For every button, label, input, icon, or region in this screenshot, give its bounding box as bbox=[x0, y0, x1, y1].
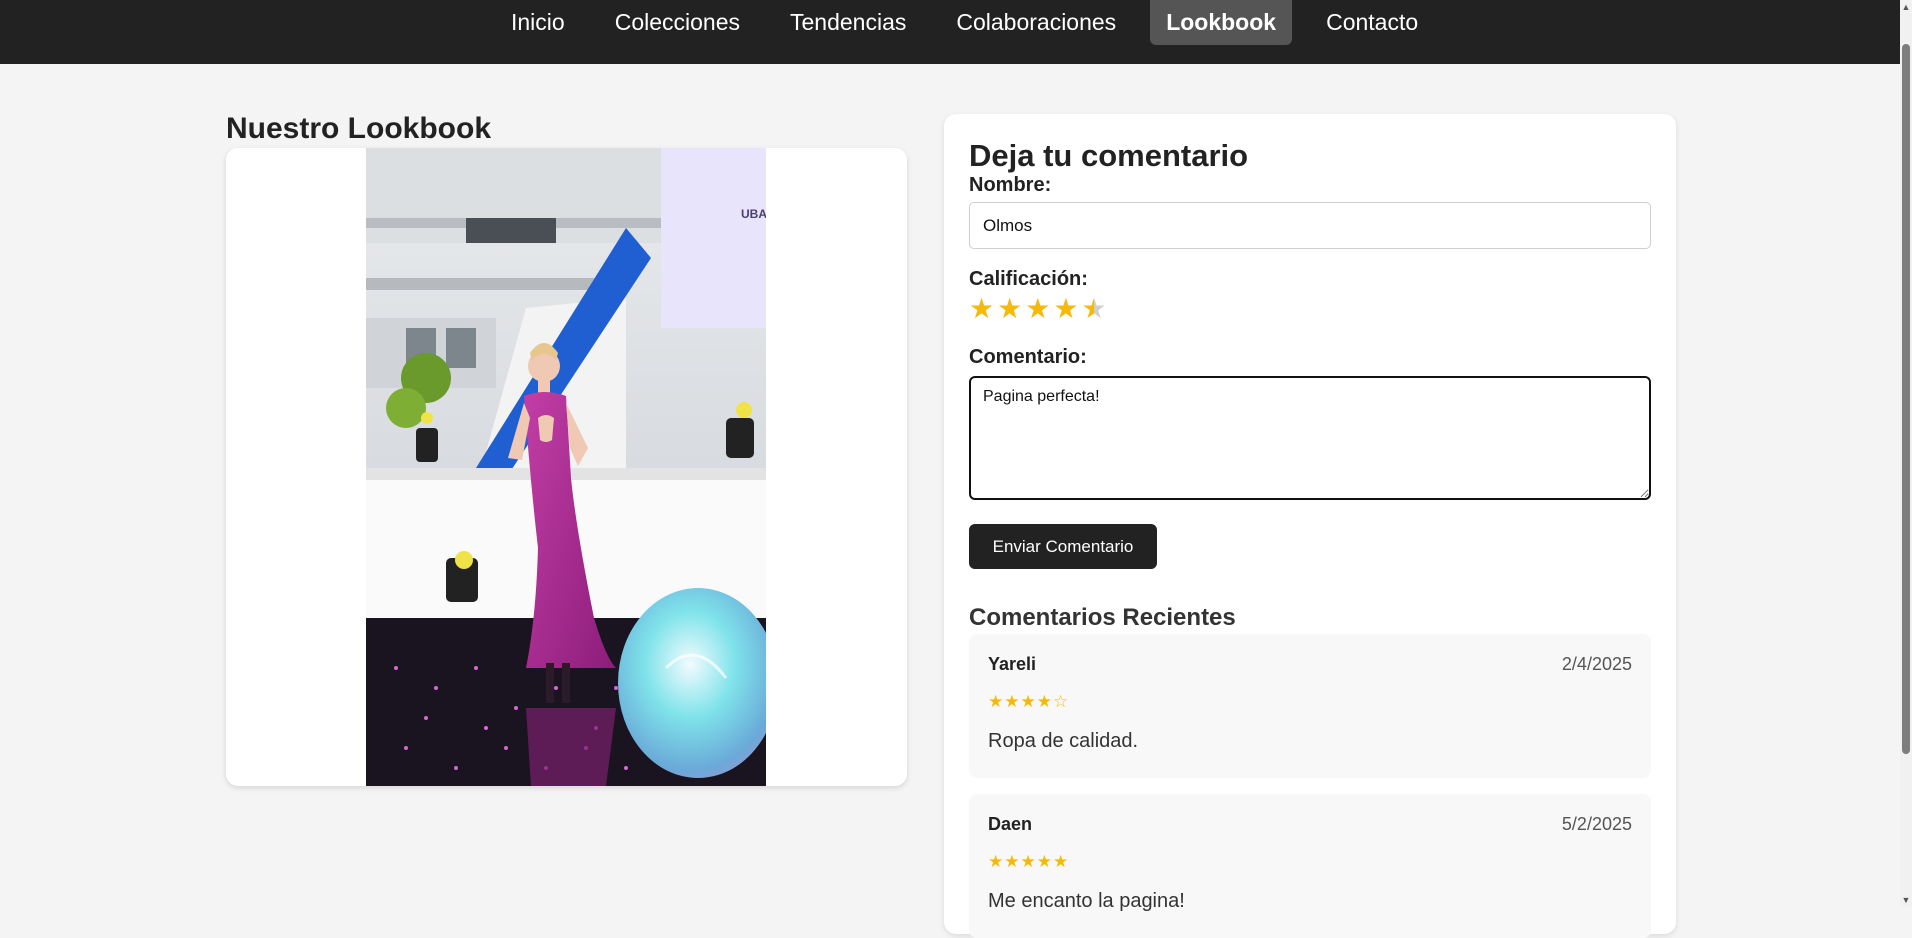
caret-up-icon[interactable]: ▲ bbox=[1900, 0, 1912, 14]
lookbook-title: Nuestro Lookbook bbox=[226, 112, 492, 145]
star-icon[interactable]: ★ bbox=[997, 294, 1022, 324]
nav-item-tendencias[interactable]: Tendencias bbox=[774, 0, 922, 45]
comment-date: 2/4/2025 bbox=[1561, 654, 1632, 674]
star-icon[interactable]: ★ bbox=[1025, 294, 1050, 324]
comment-text: Me encanto la pagina! bbox=[988, 890, 1185, 912]
lookbook-photo[interactable]: UBAM bbox=[366, 148, 766, 786]
nav-item-contacto[interactable]: Contacto bbox=[1310, 0, 1434, 45]
recent-comments-title: Comentarios Recientes bbox=[969, 604, 1236, 631]
nav-list: Inicio Colecciones Tendencias Colaboraci… bbox=[495, 0, 1434, 45]
star-icon[interactable]: ★ bbox=[1081, 294, 1106, 324]
scrollbar-thumb[interactable] bbox=[1902, 44, 1910, 754]
svg-text:UBAM: UBAM bbox=[741, 207, 766, 221]
submit-comment-button[interactable]: Enviar Comentario bbox=[969, 524, 1157, 569]
comment-rating-stars: ★★★★★ bbox=[988, 852, 1070, 871]
top-navbar: Inicio Colecciones Tendencias Colaboraci… bbox=[0, 0, 1912, 64]
comment-rating-stars: ★★★★☆ bbox=[988, 692, 1070, 711]
name-label: Nombre: bbox=[969, 174, 1052, 196]
lookbook-photo-card: UBAM bbox=[226, 148, 907, 786]
nav-item-lookbook[interactable]: Lookbook bbox=[1150, 0, 1293, 45]
runway-photo-illustration: UBAM bbox=[366, 148, 766, 786]
caret-down-icon[interactable]: ▼ bbox=[1900, 893, 1912, 907]
rating-stars: ★ ★ ★ ★ ★ bbox=[969, 294, 1107, 324]
comment-date: 5/2/2025 bbox=[1561, 814, 1632, 834]
form-title: Deja tu comentario bbox=[969, 138, 1249, 173]
star-icon[interactable]: ★ bbox=[1053, 294, 1078, 324]
comment-card: Deja tu comentario Nombre: Calificación:… bbox=[944, 114, 1676, 938]
comment-label: Comentario: bbox=[969, 346, 1087, 368]
nav-item-colecciones[interactable]: Colecciones bbox=[599, 0, 756, 45]
comment-text: Ropa de calidad. bbox=[988, 730, 1139, 752]
page-scrollbar[interactable]: ▲ ▼ bbox=[1900, 0, 1912, 907]
comment-item: Daen 5/2/2025 ★★★★★ Me encanto la pagina… bbox=[969, 794, 1651, 938]
rating-label: Calificación: bbox=[969, 268, 1088, 290]
comment-author: Daen bbox=[988, 814, 1033, 834]
nav-item-colaboraciones[interactable]: Colaboraciones bbox=[940, 0, 1132, 45]
comment-textarea[interactable]: Pagina perfecta! bbox=[969, 376, 1651, 500]
name-input[interactable] bbox=[969, 202, 1651, 249]
nav-item-inicio[interactable]: Inicio bbox=[495, 0, 581, 45]
comment-item: Yareli 2/4/2025 ★★★★☆ Ropa de calidad. bbox=[969, 634, 1651, 778]
comment-author: Yareli bbox=[988, 654, 1037, 674]
star-icon[interactable]: ★ bbox=[969, 294, 994, 324]
